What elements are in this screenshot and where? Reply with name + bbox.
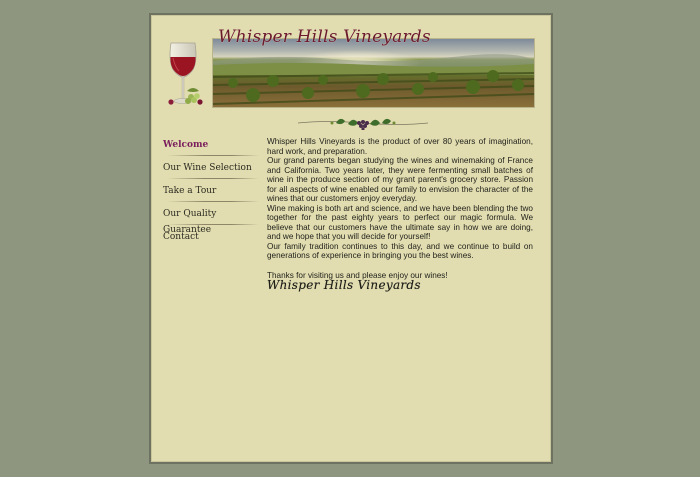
welcome-content: Whisper Hills Vineyards is the product o… xyxy=(267,137,533,291)
site-title: Whisper Hills Vineyards xyxy=(218,27,431,47)
wine-glass-icon xyxy=(165,41,205,107)
intro-paragraph: Whisper Hills Vineyards is the product o… xyxy=(267,137,533,156)
signature: Whisper Hills Vineyards xyxy=(267,278,421,292)
nav-item-quality-guarantee[interactable]: Our Quality Guarantee xyxy=(163,204,259,235)
nav-item-contact[interactable]: Contact xyxy=(163,227,259,250)
main-navigation: Welcome Our Wine Selection Take a Tour O… xyxy=(163,135,259,250)
tradition-paragraph: Our family tradition continues to this d… xyxy=(267,241,533,261)
vineyard-banner-image xyxy=(212,38,535,108)
history-paragraph: Our grand parents began studying the win… xyxy=(267,156,533,203)
nav-item-welcome[interactable]: Welcome xyxy=(163,135,259,158)
grape-vine-ornament-icon xyxy=(296,114,430,131)
art-science-paragraph: Wine making is both art and science, and… xyxy=(267,203,533,242)
nav-item-take-a-tour[interactable]: Take a Tour xyxy=(163,181,259,204)
page-container: Whisper Hills Vineyards Welcome Our Wine… xyxy=(149,13,553,464)
nav-item-wine-selection[interactable]: Our Wine Selection xyxy=(163,158,259,181)
